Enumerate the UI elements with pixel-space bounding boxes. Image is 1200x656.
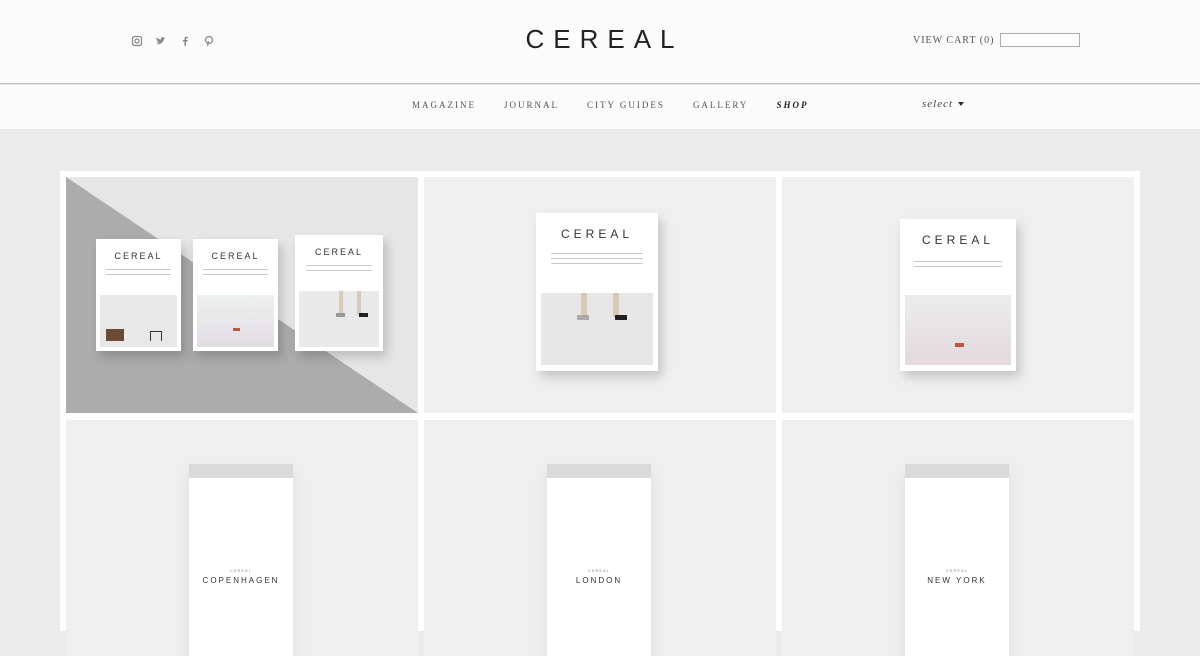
select-dropdown[interactable]: select [922,98,965,110]
magazine-photo [100,295,177,347]
guide-box: CEREAL LONDON [547,464,651,656]
magazine-cover: CEREAL [96,239,181,351]
nav-item-shop[interactable]: SHOP [776,100,808,110]
magazine-cover: CEREAL [900,219,1016,371]
magazine-photo [905,295,1011,365]
magazine-logo: CEREAL [560,227,634,241]
magazine-cover: CEREAL [295,235,383,351]
magazine-logo: CEREAL [314,247,363,257]
nav-item-magazine[interactable]: MAGAZINE [412,100,476,110]
magazine-cover: CEREAL [536,213,658,371]
guide-city: LONDON [575,576,623,585]
guide-box: CEREAL NEW YORK [905,464,1009,656]
magazine-logo: CEREAL [114,251,163,261]
nav-item-city-guides[interactable]: CITY GUIDES [587,100,665,110]
chevron-down-icon [958,102,965,106]
select-label: select [922,98,954,110]
magazine-logo: CEREAL [921,233,995,247]
product-tile-city-guide[interactable]: CEREAL LONDON [424,420,776,656]
main-nav: MAGAZINE JOURNAL CITY GUIDES GALLERY SHO… [0,85,1200,129]
product-tile-magazine[interactable]: CEREAL [782,177,1134,413]
search-input[interactable] [1000,33,1081,47]
product-grid: CEREAL CEREAL CEREAL CEREAL CEREAL CEREA… [60,171,1140,656]
product-tile-magazine[interactable]: CEREAL [424,177,776,413]
guide-city: COPENHAGEN [202,576,280,585]
guide-city: NEW YORK [927,576,987,585]
guide-box: CEREAL COPENHAGEN [189,464,293,656]
cart-area: VIEW CART (0) [913,33,1081,47]
magazine-logo: CEREAL [211,251,260,261]
magazine-cover: CEREAL [193,239,278,351]
product-tile-city-guide[interactable]: CEREAL COPENHAGEN [66,420,418,656]
magazine-photo [541,293,653,365]
product-tile-city-guide[interactable]: CEREAL NEW YORK [782,420,1134,656]
view-cart-link[interactable]: VIEW CART (0) [913,35,994,46]
magazine-photo [299,291,379,347]
product-tile-magazine-set[interactable]: CEREAL CEREAL CEREAL [66,177,418,413]
site-header: CEREAL VIEW CART (0) [0,0,1200,84]
nav-item-journal[interactable]: JOURNAL [504,100,559,110]
magazine-photo [197,295,274,347]
guide-brand: CEREAL [229,568,252,573]
guide-brand: CEREAL [945,568,968,573]
guide-brand: CEREAL [587,568,610,573]
nav-item-gallery[interactable]: GALLERY [693,100,749,110]
